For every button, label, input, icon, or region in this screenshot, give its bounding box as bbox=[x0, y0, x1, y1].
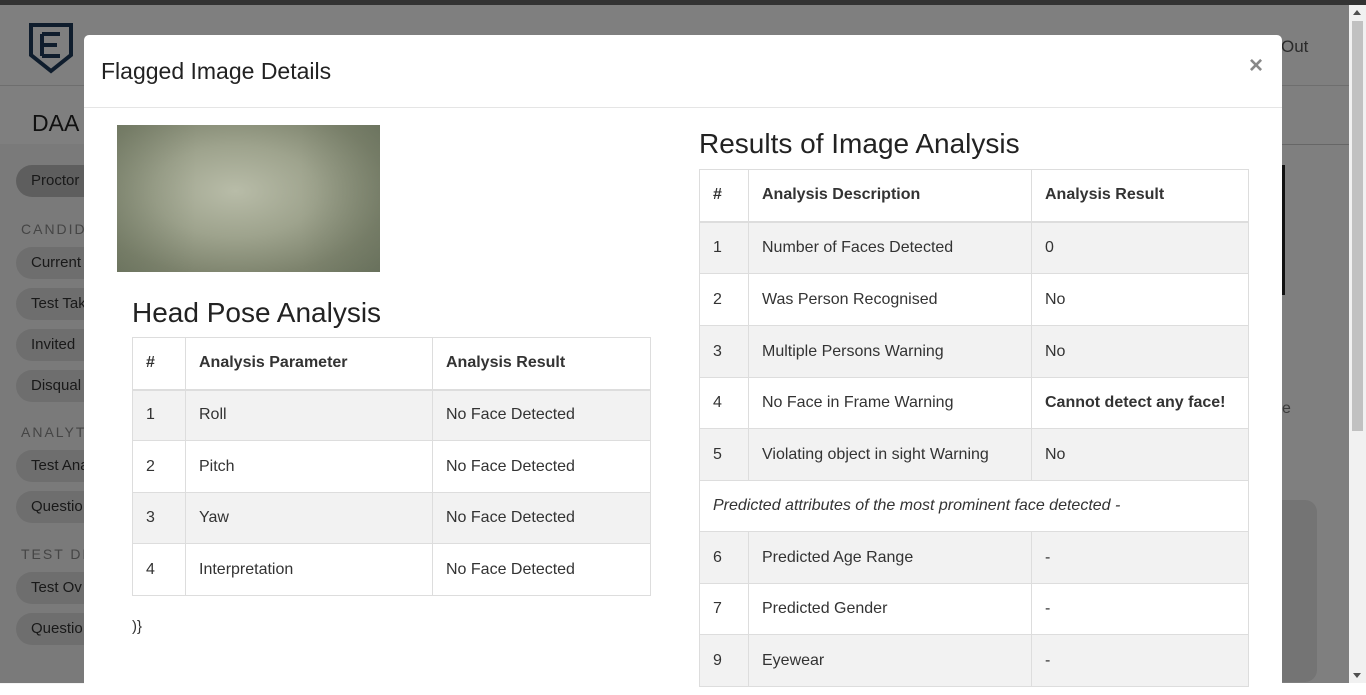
analysis-result: No Face Detected bbox=[432, 492, 651, 544]
table-row: 3 Multiple Persons Warning No bbox=[699, 325, 1249, 378]
table-row: 1 Number of Faces Detected 0 bbox=[699, 221, 1249, 274]
stray-text: )} bbox=[132, 618, 143, 635]
row-number: 5 bbox=[699, 428, 749, 481]
row-number: 3 bbox=[132, 492, 186, 544]
row-number: 3 bbox=[699, 325, 749, 378]
column-header: # bbox=[699, 169, 749, 223]
table-row: 1 Roll No Face Detected bbox=[132, 389, 651, 441]
row-number: 9 bbox=[699, 634, 749, 687]
scroll-thumb[interactable] bbox=[1352, 21, 1363, 431]
analysis-result: - bbox=[1031, 583, 1249, 635]
analysis-description: Predicted Age Range bbox=[748, 531, 1032, 584]
row-number: 2 bbox=[699, 273, 749, 326]
table-row: 7 Predicted Gender - bbox=[699, 583, 1249, 635]
analysis-description: Predicted Gender bbox=[748, 583, 1032, 635]
modal-header: Flagged Image Details × bbox=[84, 35, 1282, 108]
analysis-result: - bbox=[1031, 634, 1249, 687]
analysis-result: No Face Detected bbox=[432, 543, 651, 596]
table-header-row: # Analysis Description Analysis Result bbox=[699, 169, 1249, 223]
analysis-parameter: Interpretation bbox=[185, 543, 433, 596]
table-row: 5 Violating object in sight Warning No bbox=[699, 428, 1249, 481]
flagged-image bbox=[117, 125, 380, 272]
scroll-down-icon[interactable] bbox=[1353, 673, 1361, 678]
column-header: Analysis Description bbox=[748, 169, 1032, 223]
column-header: # bbox=[132, 337, 186, 391]
row-number: 1 bbox=[699, 221, 749, 274]
analysis-result: No Face Detected bbox=[432, 440, 651, 493]
column-header: Analysis Result bbox=[432, 337, 651, 391]
image-analysis-table: # Analysis Description Analysis Result 1… bbox=[699, 169, 1249, 687]
table-header-row: # Analysis Parameter Analysis Result bbox=[132, 337, 651, 391]
analysis-result: No Face Detected bbox=[432, 389, 651, 441]
analysis-description: Eyewear bbox=[748, 634, 1032, 687]
flagged-image-modal: Flagged Image Details × Head Pose Analys… bbox=[84, 35, 1282, 695]
table-row: 2 Pitch No Face Detected bbox=[132, 440, 651, 493]
analysis-description: Was Person Recognised bbox=[748, 273, 1032, 326]
head-pose-title: Head Pose Analysis bbox=[132, 297, 382, 328]
analysis-description: No Face in Frame Warning bbox=[748, 377, 1032, 429]
table-note-row: Predicted attributes of the most promine… bbox=[699, 480, 1249, 532]
row-number: 4 bbox=[132, 543, 186, 596]
row-number: 6 bbox=[699, 531, 749, 584]
table-row: 2 Was Person Recognised No bbox=[699, 273, 1249, 326]
table-row: 4 No Face in Frame Warning Cannot detect… bbox=[699, 377, 1249, 429]
predicted-attributes-note: Predicted attributes of the most promine… bbox=[699, 480, 1249, 532]
column-header: Analysis Parameter bbox=[185, 337, 433, 391]
analysis-description: Multiple Persons Warning bbox=[748, 325, 1032, 378]
analysis-parameter: Pitch bbox=[185, 440, 433, 493]
modal-title: Flagged Image Details bbox=[101, 58, 332, 84]
analysis-result: No bbox=[1031, 428, 1249, 481]
analysis-parameter: Roll bbox=[185, 389, 433, 441]
head-pose-table: # Analysis Parameter Analysis Result 1 R… bbox=[132, 337, 651, 596]
analysis-result: No bbox=[1031, 273, 1249, 326]
table-row: 9 Eyewear - bbox=[699, 634, 1249, 687]
table-row: 3 Yaw No Face Detected bbox=[132, 492, 651, 544]
image-analysis-title: Results of Image Analysis bbox=[699, 128, 1020, 159]
row-number: 1 bbox=[132, 389, 186, 441]
analysis-description: Number of Faces Detected bbox=[748, 221, 1032, 274]
row-number: 4 bbox=[699, 377, 749, 429]
column-header: Analysis Result bbox=[1031, 169, 1249, 223]
table-row: 6 Predicted Age Range - bbox=[699, 531, 1249, 584]
analysis-result: 0 bbox=[1031, 221, 1249, 274]
table-row: 4 Interpretation No Face Detected bbox=[132, 543, 651, 596]
row-number: 2 bbox=[132, 440, 186, 493]
page-scrollbar[interactable] bbox=[1349, 5, 1366, 683]
row-number: 7 bbox=[699, 583, 749, 635]
scroll-up-icon[interactable] bbox=[1353, 10, 1361, 15]
analysis-result: No bbox=[1031, 325, 1249, 378]
close-icon[interactable]: × bbox=[1249, 52, 1263, 80]
analysis-result-warning: Cannot detect any face! bbox=[1031, 377, 1249, 429]
analysis-result: - bbox=[1031, 531, 1249, 584]
analysis-description: Violating object in sight Warning bbox=[748, 428, 1032, 481]
analysis-parameter: Yaw bbox=[185, 492, 433, 544]
